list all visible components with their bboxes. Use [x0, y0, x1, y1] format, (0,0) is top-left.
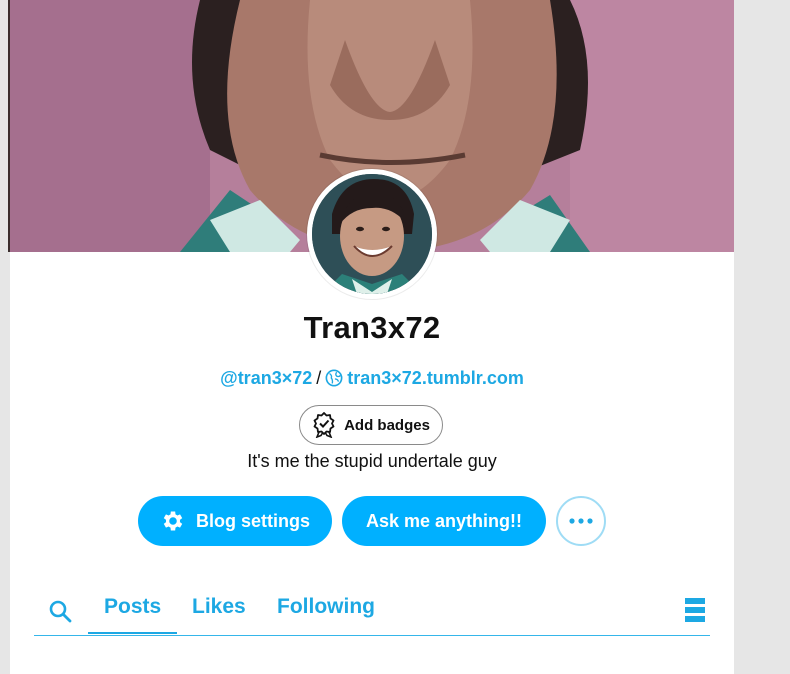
blog-description: It's me the stupid undertale guy — [247, 451, 497, 471]
username-link[interactable]: @tran3×72 — [220, 368, 312, 388]
tab-likes[interactable]: Likes — [192, 595, 246, 619]
more-options-button[interactable] — [556, 496, 606, 546]
blog-url-link[interactable]: tran3×72.tumblr.com — [347, 368, 524, 388]
avatar-image — [312, 174, 432, 294]
tab-posts[interactable]: Posts — [104, 595, 161, 619]
window-left-edge — [0, 0, 10, 674]
blog-settings-button[interactable]: Blog settings — [138, 496, 332, 546]
blog-settings-label: Blog settings — [195, 510, 310, 531]
blog-title: Tran3x72 — [303, 310, 441, 345]
layout-icon[interactable] — [684, 597, 706, 623]
avatar[interactable] — [307, 169, 437, 299]
ellipsis-icon — [569, 518, 593, 524]
ask-me-anything-label: Ask me anything!! — [365, 510, 523, 531]
tab-following[interactable]: Following — [277, 595, 375, 619]
blog-tabs: Posts Likes Following — [34, 585, 710, 636]
right-gutter — [734, 0, 790, 674]
add-badges-label: Add badges — [344, 416, 430, 434]
active-tab-indicator — [88, 632, 177, 634]
blog-page: Tran3x72 @tran3×72/ tran3×72.tumblr.com … — [10, 0, 734, 674]
ask-me-anything-button[interactable]: Ask me anything!! — [342, 496, 546, 546]
badge-icon — [313, 412, 335, 438]
link-separator: / — [316, 368, 322, 388]
globe-icon — [325, 369, 343, 387]
blog-links: @tran3×72/ tran3×72.tumblr.com — [10, 368, 734, 389]
search-icon[interactable] — [48, 599, 72, 623]
gear-icon — [163, 511, 183, 531]
add-badges-button[interactable]: Add badges — [299, 405, 443, 445]
